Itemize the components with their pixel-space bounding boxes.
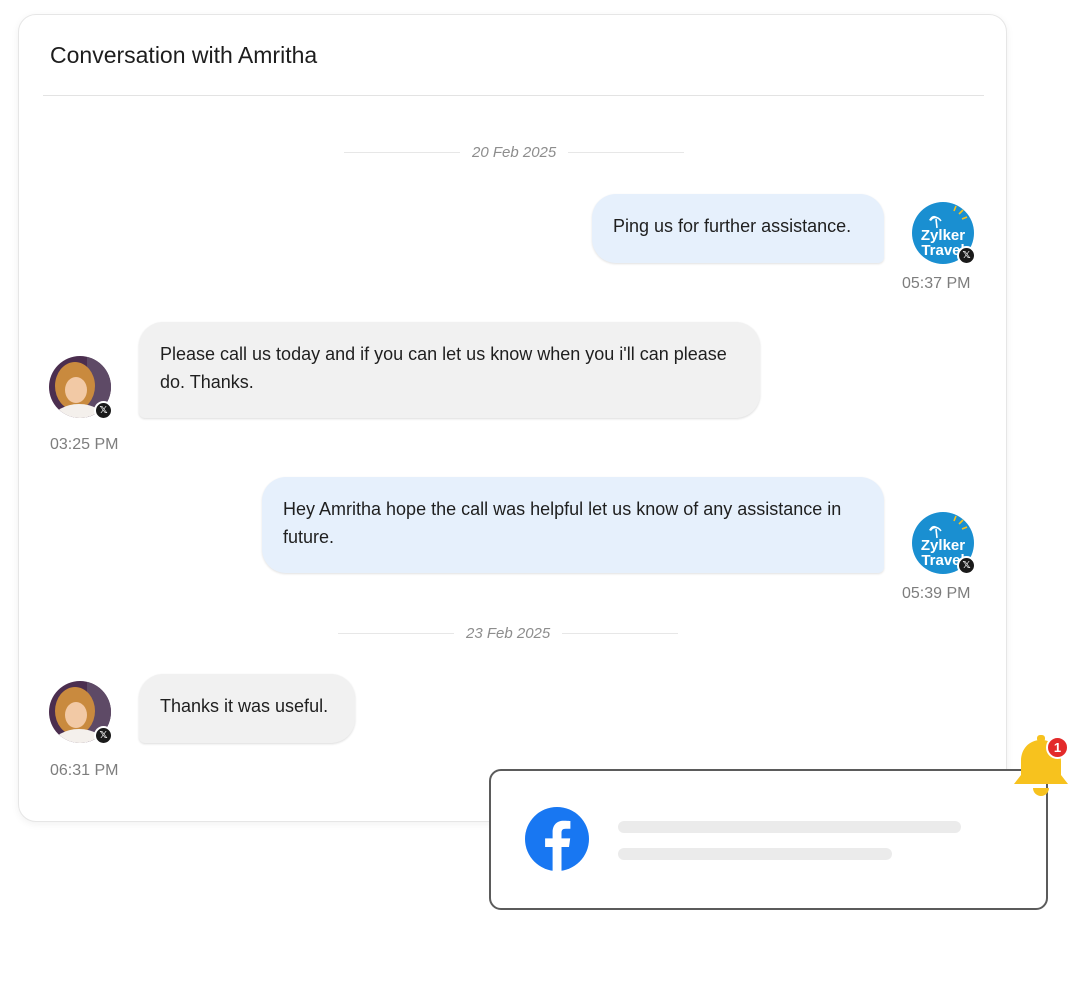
message-bubble-outgoing[interactable]: Hey Amritha hope the call was helpful le… [262, 477, 884, 573]
separator-line [568, 152, 685, 153]
message-time: 06:31 PM [50, 762, 119, 779]
x-icon: 𝕏 [94, 401, 113, 420]
message-time: 05:37 PM [902, 275, 971, 292]
message-bubble-outgoing[interactable]: Ping us for further assistance. [592, 194, 884, 263]
placeholder-line [618, 848, 892, 860]
conversation-title: Conversation with Amritha [50, 42, 318, 68]
brand-avatar[interactable]: Zylker Travel 𝕏 [912, 202, 976, 265]
notification-card[interactable] [489, 769, 1048, 910]
x-icon: 𝕏 [957, 556, 976, 575]
message-text: Thanks it was useful. [160, 696, 329, 716]
separator-line [338, 633, 454, 634]
title-divider [43, 95, 984, 96]
contact-avatar[interactable]: 𝕏 [49, 356, 113, 420]
separator-line [344, 152, 460, 153]
x-icon: 𝕏 [94, 726, 113, 745]
brand-avatar[interactable]: Zylker Travel 𝕏 [912, 512, 976, 575]
date-separator: 23 Feb 2025 [338, 625, 679, 642]
message-time: 03:25 PM [50, 436, 119, 453]
date-label: 20 Feb 2025 [472, 144, 557, 161]
message-bubble-incoming[interactable]: Please call us today and if you can let … [139, 322, 760, 418]
date-label: 23 Feb 2025 [466, 625, 551, 642]
message-text: Ping us for further assistance. [613, 216, 852, 236]
message-text: Please call us today and if you can let … [160, 344, 727, 392]
separator-line [562, 633, 679, 634]
message-text: Hey Amritha hope the call was helpful le… [283, 499, 842, 547]
date-separator: 20 Feb 2025 [344, 144, 685, 161]
message-time: 05:39 PM [902, 585, 971, 602]
contact-avatar[interactable]: 𝕏 [49, 681, 113, 745]
notification-count-badge: 1 [1046, 736, 1069, 759]
placeholder-line [618, 821, 961, 833]
message-bubble-incoming[interactable]: Thanks it was useful. [139, 674, 355, 743]
facebook-icon [525, 807, 589, 871]
x-icon: 𝕏 [957, 246, 976, 265]
